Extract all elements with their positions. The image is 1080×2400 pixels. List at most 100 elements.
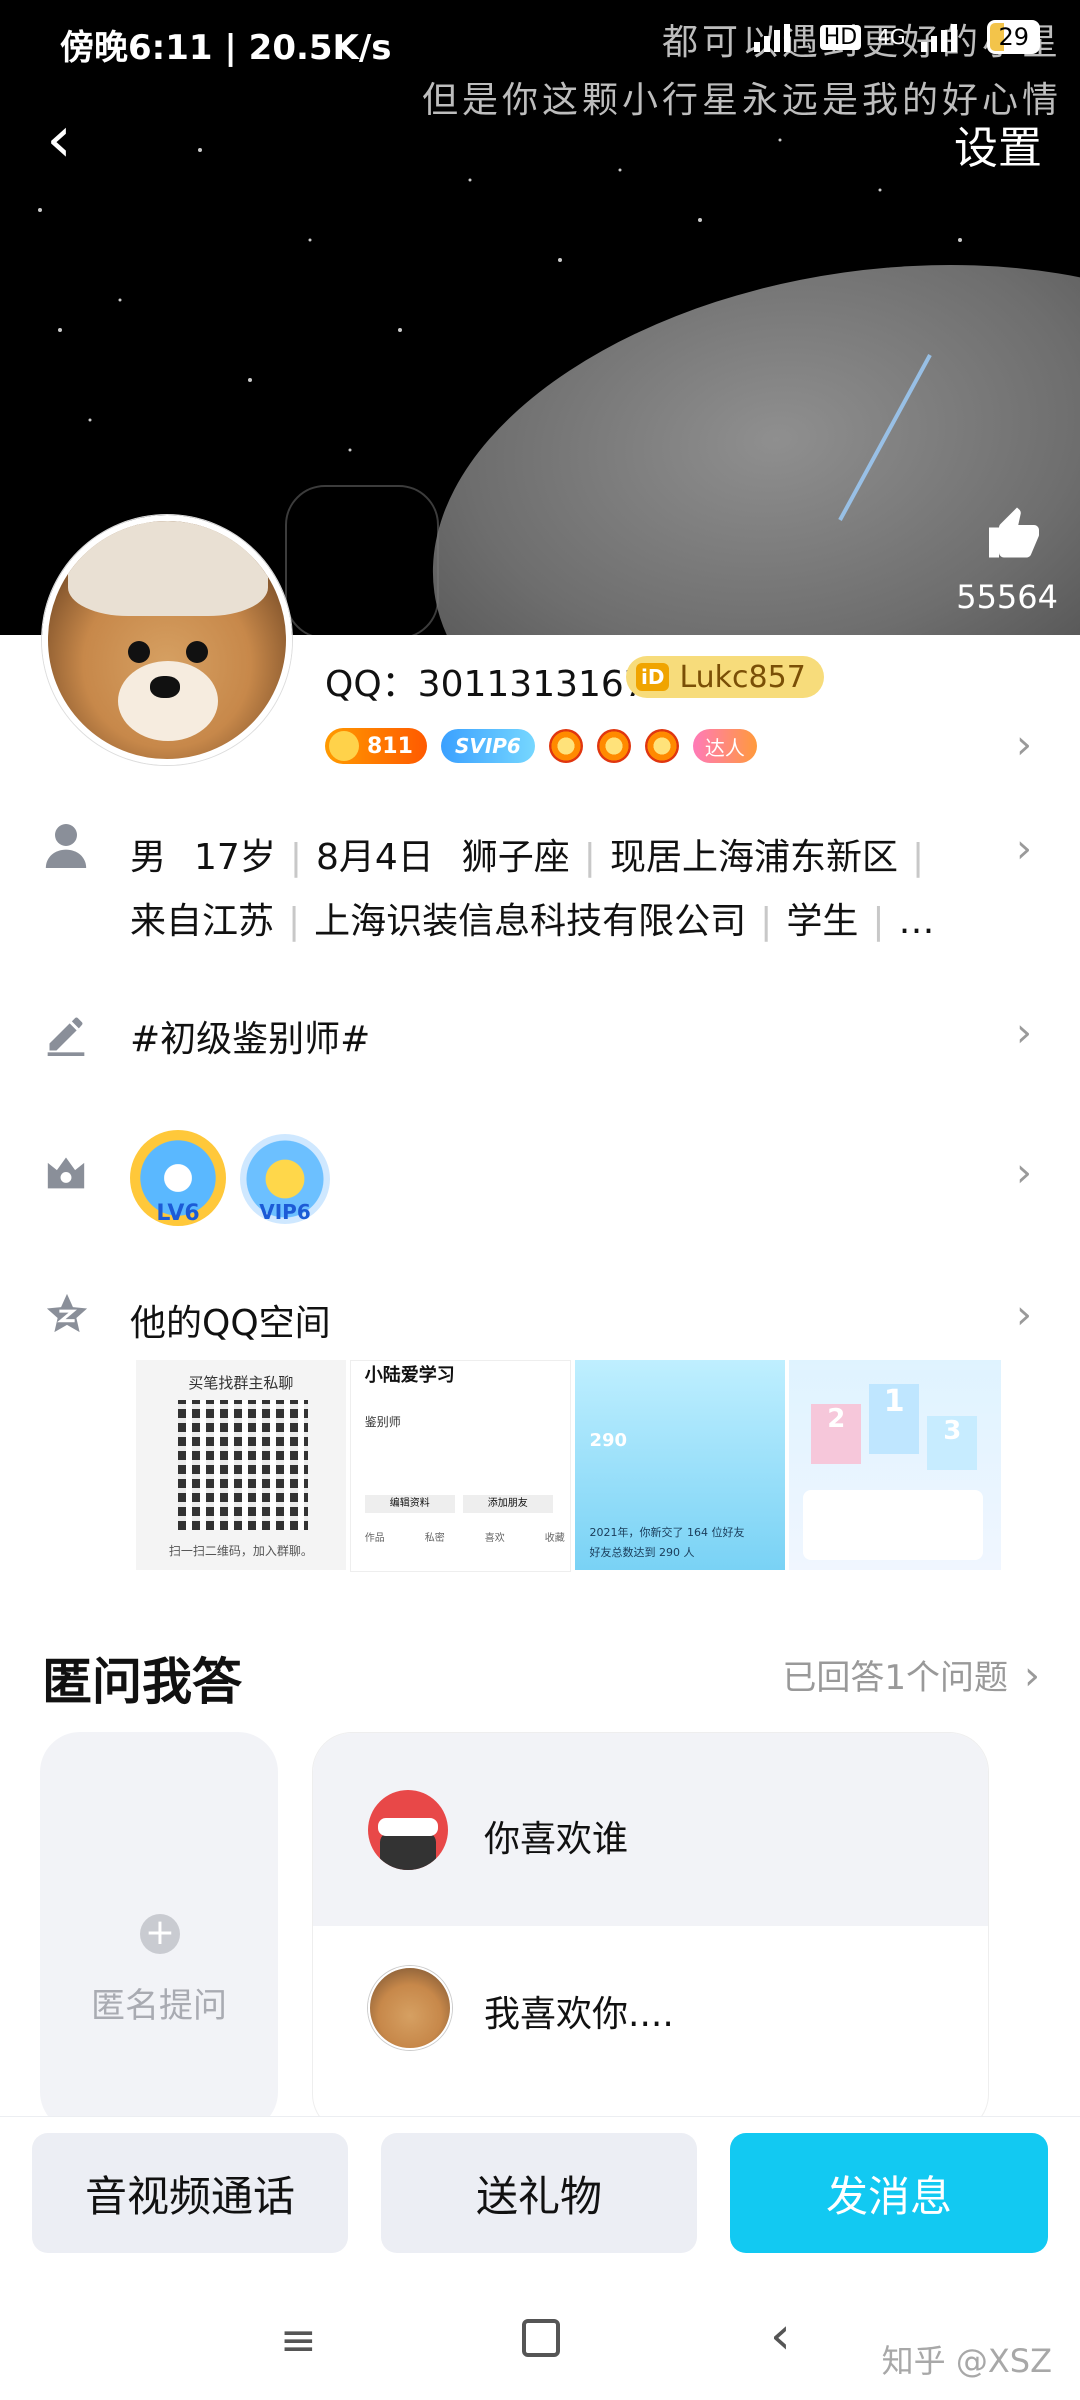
rank-first: 1 xyxy=(869,1384,920,1454)
more-ellipsis: … xyxy=(898,901,935,942)
anonymous-ask-label: 匿名提问 xyxy=(91,1986,227,2026)
thumb3-line2: 好友总数达到 290 人 xyxy=(589,1546,695,1559)
like-button[interactable] xyxy=(984,505,1044,580)
thumb2-edit-btn: 编辑资料 xyxy=(364,1495,455,1513)
answer-text: 我喜欢你.... xyxy=(484,1994,674,2035)
back-button[interactable]: ‹ xyxy=(24,105,94,175)
rank-list xyxy=(803,1490,984,1560)
qr-caption-bottom: 扫一扫二维码，加入群聊。 xyxy=(168,1544,313,1558)
anonymous-avatar xyxy=(368,1790,448,1870)
sun-icon-3 xyxy=(644,729,679,763)
section-title: 匿问我答 xyxy=(42,1653,242,1711)
lv6-label: LV6 xyxy=(156,1201,200,1226)
settings-button[interactable]: 设置 xyxy=(954,112,1042,176)
avatar-eye-left xyxy=(128,641,150,663)
level-badge: 811 xyxy=(325,728,427,764)
person-icon xyxy=(44,822,88,880)
chevron-right-icon[interactable]: › xyxy=(1016,1292,1032,1338)
hd-icon: HD xyxy=(819,24,862,50)
chevron-right-icon[interactable]: › xyxy=(1016,826,1032,872)
watermark: 知乎 @XSZ xyxy=(881,2342,1052,2380)
badge-row[interactable]: 811 SVIP6 达人 xyxy=(325,725,757,767)
answered-link[interactable]: 已回答1个问题 › xyxy=(782,1650,1040,1699)
meteor xyxy=(838,354,932,521)
occupation: 学生 xyxy=(786,901,859,942)
svip-badge: SVIP6 xyxy=(440,729,535,763)
home-icon[interactable] xyxy=(522,2319,560,2357)
back-nav-icon[interactable]: ‹ xyxy=(770,2306,791,2366)
avatar-eye-right xyxy=(186,641,208,663)
status-icons: HD 4G 29 xyxy=(753,20,1040,54)
chevron-right-icon: › xyxy=(1024,1653,1040,1699)
medal-list[interactable]: LV6 VIP6 xyxy=(130,1130,330,1226)
thumb2-tab: 喜欢 xyxy=(484,1533,505,1544)
coin-icon xyxy=(329,731,359,761)
chevron-right-icon[interactable]: › xyxy=(1016,1150,1032,1196)
sun-icon xyxy=(548,729,583,763)
send-message-button[interactable]: 发消息 xyxy=(730,2133,1048,2253)
qr-code-overlay xyxy=(178,1400,308,1530)
qzone-label[interactable]: 他的QQ空间 xyxy=(130,1294,331,1346)
location: 现居上海浦东新区 xyxy=(609,837,898,878)
rank-third: 3 xyxy=(927,1416,978,1470)
qzone-star-icon xyxy=(44,1292,90,1346)
anonymous-face xyxy=(380,1830,436,1870)
signal-icon-2 xyxy=(921,22,971,52)
gender: 男 xyxy=(130,837,167,878)
chevron-right-icon[interactable]: › xyxy=(1016,1010,1032,1056)
avatar-hat xyxy=(68,521,268,616)
company: 上海识装信息科技有限公司 xyxy=(314,901,747,942)
avatar-muzzle xyxy=(118,661,218,741)
chevron-left-icon: ‹ xyxy=(46,103,72,177)
gallery-thumb-qr[interactable]: 买笔找群主私聊 扫一扫二维码，加入群聊。 xyxy=(136,1360,346,1570)
vip6-medal: VIP6 xyxy=(240,1134,330,1224)
age: 17岁 xyxy=(194,837,276,878)
av-call-button[interactable]: 音视频通话 xyxy=(32,2133,348,2253)
qzone-gallery[interactable]: 买笔找群主私聊 扫一扫二维码，加入群聊。 小陆爱学习 鉴别师 编辑资料 添加朋友… xyxy=(136,1360,1001,1572)
lv6-medal: LV6 xyxy=(130,1130,226,1226)
gallery-thumb-profile[interactable]: 小陆爱学习 鉴别师 编辑资料 添加朋友 作品 私密 喜欢 收藏 xyxy=(349,1360,572,1572)
network-type: 4G xyxy=(877,25,906,49)
basic-info-line2[interactable]: 来自江苏 | 上海识装信息科技有限公司 | 学生 |… xyxy=(130,892,934,944)
astronaut-illustration xyxy=(285,485,439,635)
id-icon: iD xyxy=(636,663,670,691)
send-gift-button[interactable]: 送礼物 xyxy=(381,2133,697,2253)
custom-id-badge[interactable]: iD Lukc857 xyxy=(626,656,824,698)
glasses-icon xyxy=(378,1818,438,1836)
qr-caption-top: 买笔找群主私聊 xyxy=(188,1374,294,1392)
thumbs-up-icon xyxy=(989,507,1039,558)
qq-number: QQ：3011313167 xyxy=(325,664,647,705)
thumb2-title: 小陆爱学习 xyxy=(364,1365,455,1386)
level-badge-value: 811 xyxy=(367,733,413,759)
medal-box-icon xyxy=(44,1152,88,1202)
menu-icon[interactable]: ≡ xyxy=(280,2315,317,2366)
basic-info-line1[interactable]: 男 17岁 | 8月4日 狮子座 | 现居上海浦东新区 | xyxy=(130,828,938,880)
avatar[interactable] xyxy=(42,515,292,765)
chevron-right-icon[interactable]: › xyxy=(1016,722,1032,768)
thumb2-tabs: 作品 私密 喜欢 收藏 xyxy=(365,1529,565,1544)
gallery-thumb-friends[interactable]: 290 2021年，你新交了 164 位好友 好友总数达到 290 人 xyxy=(575,1360,786,1570)
answered-count: 已回答1个问题 xyxy=(782,1658,1008,1698)
thumb3-line1: 2021年，你新交了 164 位好友 xyxy=(589,1526,745,1539)
thumb2-tab: 收藏 xyxy=(544,1533,565,1544)
thumb3-value: 290 xyxy=(589,1430,628,1451)
question-text: 你喜欢谁 xyxy=(484,1819,629,1860)
talent-badge: 达人 xyxy=(692,729,757,763)
thumb2-tab: 作品 xyxy=(364,1533,385,1544)
thumb2-add-btn: 添加朋友 xyxy=(462,1495,553,1513)
plus-icon: + xyxy=(140,1914,180,1954)
custom-id: Lukc857 xyxy=(679,659,806,695)
zodiac: 狮子座 xyxy=(461,837,570,878)
signature-text[interactable]: #初级鉴别师# xyxy=(130,1010,370,1062)
rank-second: 2 xyxy=(811,1404,862,1464)
sun-icon-2 xyxy=(596,729,631,763)
thumb2-tab: 私密 xyxy=(424,1533,445,1544)
avatar-nose xyxy=(150,676,180,698)
hometown: 来自江苏 xyxy=(130,901,275,942)
battery-icon: 29 xyxy=(987,20,1040,54)
gallery-thumb-ranking[interactable]: 1 2 3 xyxy=(789,1360,1001,1570)
like-count: 55564 xyxy=(956,578,1058,616)
pencil-icon xyxy=(44,1012,88,1066)
answer-avatar xyxy=(368,1966,452,2050)
vip6-label: VIP6 xyxy=(259,1200,311,1224)
